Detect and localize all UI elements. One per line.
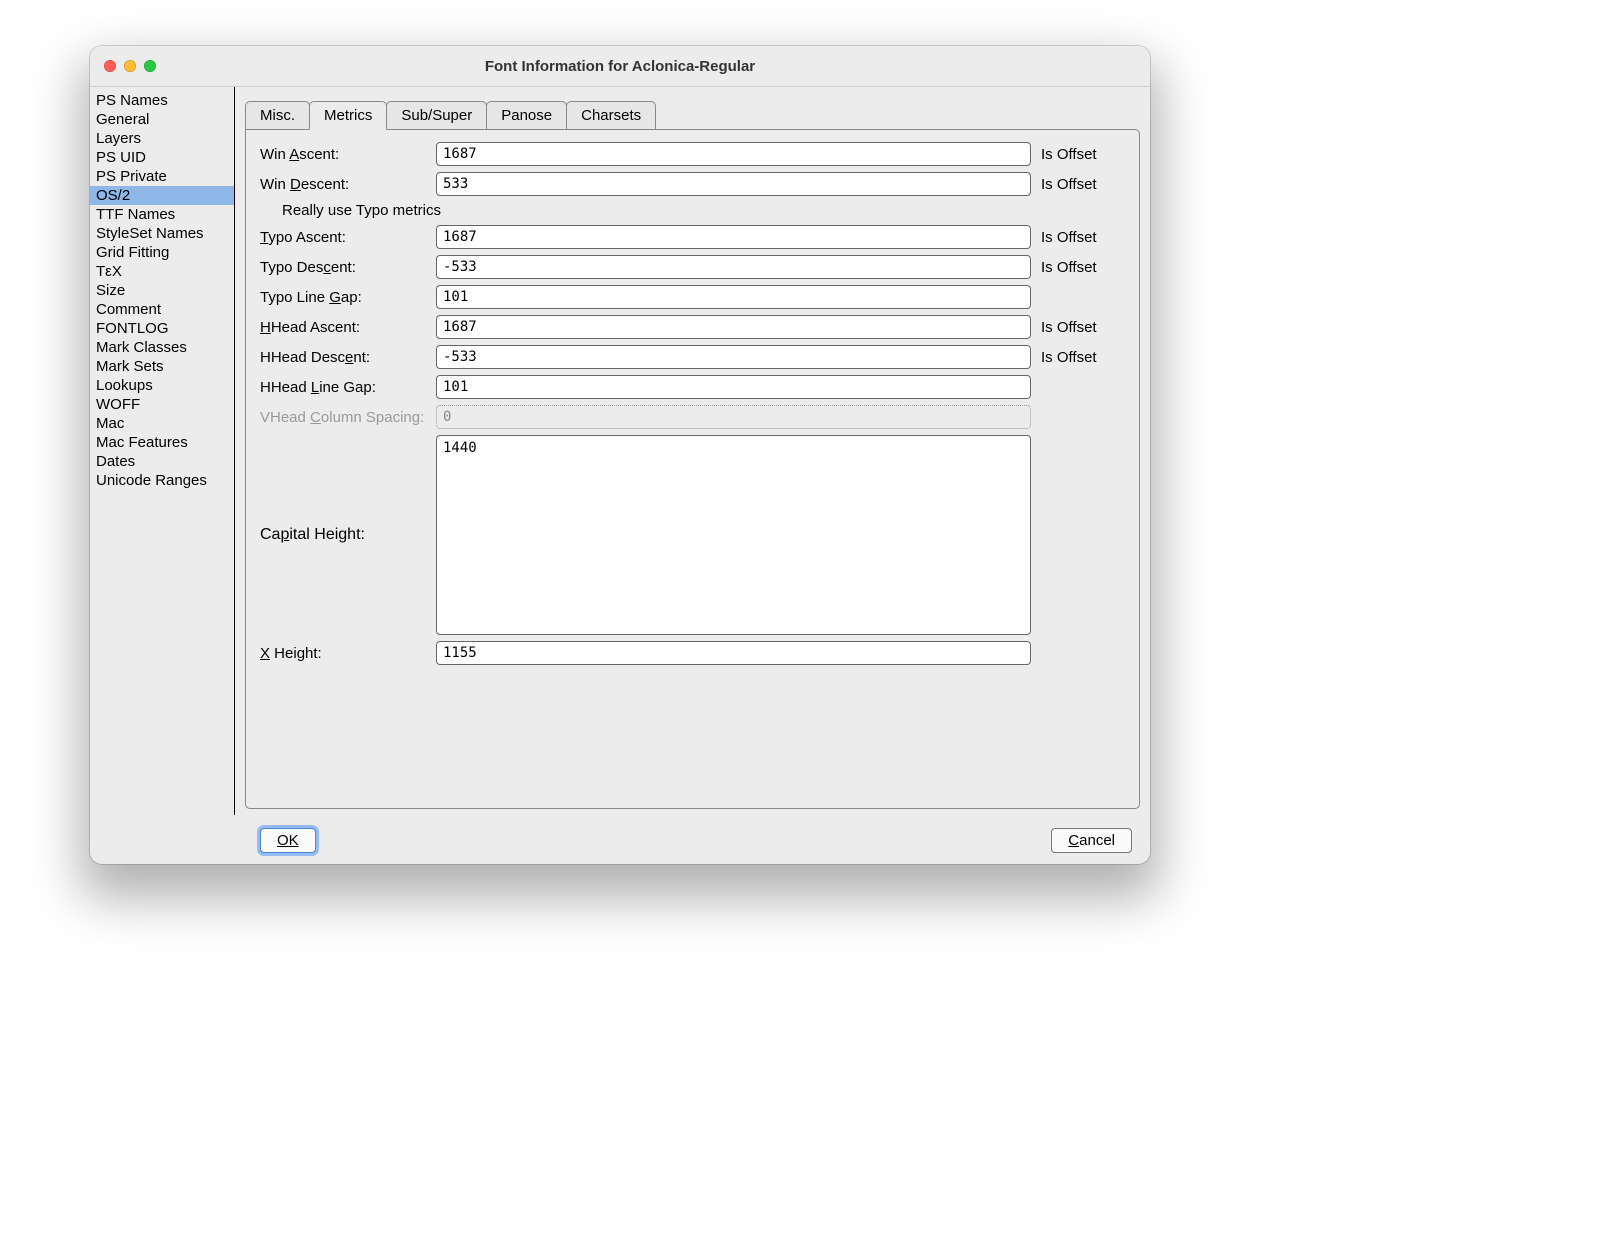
sidebar-item[interactable]: Layers: [90, 129, 234, 148]
titlebar: Font Information for Aclonica-Regular: [90, 46, 1150, 87]
tab[interactable]: Charsets: [566, 101, 656, 129]
typo-ascent-input[interactable]: [436, 225, 1031, 249]
sidebar-item[interactable]: FONTLOG: [90, 319, 234, 338]
win-descent-offset-label[interactable]: Is Offset: [1031, 176, 1125, 193]
x-height-label: X Height:: [260, 645, 436, 662]
win-descent-input[interactable]: [436, 172, 1031, 196]
sidebar-item[interactable]: Size: [90, 281, 234, 300]
capital-height-label: Capital Height:: [260, 526, 436, 544]
capital-height-input[interactable]: 1440: [436, 435, 1031, 635]
zoom-icon[interactable]: [144, 60, 156, 72]
sidebar-item[interactable]: PS Names: [90, 91, 234, 110]
font-info-window: Font Information for Aclonica-Regular PS…: [90, 46, 1150, 864]
ok-button[interactable]: OK: [260, 828, 316, 853]
really-use-typo-label[interactable]: Really use Typo metrics: [282, 202, 1125, 219]
win-ascent-input[interactable]: [436, 142, 1031, 166]
sidebar: PS NamesGeneralLayersPS UIDPS PrivateOS/…: [90, 87, 235, 815]
sidebar-item[interactable]: PS UID: [90, 148, 234, 167]
typo-linegap-input[interactable]: [436, 285, 1031, 309]
tab[interactable]: Metrics: [309, 101, 387, 130]
hhead-descent-offset-label[interactable]: Is Offset: [1031, 349, 1125, 366]
tab[interactable]: Sub/Super: [386, 101, 487, 129]
tab[interactable]: Panose: [486, 101, 567, 129]
sidebar-item[interactable]: TεX: [90, 262, 234, 281]
sidebar-item[interactable]: OS/2: [90, 186, 234, 205]
hhead-ascent-input[interactable]: [436, 315, 1031, 339]
traffic-lights: [90, 60, 156, 72]
main-panel: Misc.MetricsSub/SuperPanoseCharsets Win …: [235, 87, 1150, 815]
sidebar-item[interactable]: Mark Sets: [90, 357, 234, 376]
hhead-ascent-label: HHead Ascent:: [260, 319, 436, 336]
sidebar-item[interactable]: Lookups: [90, 376, 234, 395]
sidebar-item[interactable]: StyleSet Names: [90, 224, 234, 243]
typo-descent-label: Typo Descent:: [260, 259, 436, 276]
metrics-panel: Win Ascent: Is Offset Win Descent: Is Of…: [245, 129, 1140, 809]
sidebar-item[interactable]: PS Private: [90, 167, 234, 186]
sidebar-item[interactable]: Mac Features: [90, 433, 234, 452]
tab[interactable]: Misc.: [245, 101, 310, 129]
win-ascent-label: Win Ascent:: [260, 146, 436, 163]
hhead-linegap-input[interactable]: [436, 375, 1031, 399]
sidebar-item[interactable]: Unicode Ranges: [90, 471, 234, 490]
sidebar-item[interactable]: Grid Fitting: [90, 243, 234, 262]
hhead-descent-label: HHead Descent:: [260, 349, 436, 366]
x-height-input[interactable]: [436, 641, 1031, 665]
window-title: Font Information for Aclonica-Regular: [90, 58, 1150, 75]
tabstrip: Misc.MetricsSub/SuperPanoseCharsets: [235, 87, 1150, 129]
vhead-colspacing-input: [436, 405, 1031, 429]
vhead-colspacing-label: VHead Column Spacing:: [260, 409, 436, 426]
win-ascent-offset-label[interactable]: Is Offset: [1031, 146, 1125, 163]
hhead-linegap-label: HHead Line Gap:: [260, 379, 436, 396]
minimize-icon[interactable]: [124, 60, 136, 72]
footer: OK Cancel: [90, 815, 1150, 864]
sidebar-item[interactable]: WOFF: [90, 395, 234, 414]
sidebar-item[interactable]: TTF Names: [90, 205, 234, 224]
typo-descent-input[interactable]: [436, 255, 1031, 279]
typo-ascent-label: Typo Ascent:: [260, 229, 436, 246]
typo-ascent-offset-label[interactable]: Is Offset: [1031, 229, 1125, 246]
cancel-button[interactable]: Cancel: [1051, 828, 1132, 853]
typo-descent-offset-label[interactable]: Is Offset: [1031, 259, 1125, 276]
sidebar-item[interactable]: Comment: [90, 300, 234, 319]
sidebar-item[interactable]: Dates: [90, 452, 234, 471]
hhead-descent-input[interactable]: [436, 345, 1031, 369]
typo-linegap-label: Typo Line Gap:: [260, 289, 436, 306]
win-descent-label: Win Descent:: [260, 176, 436, 193]
sidebar-item[interactable]: General: [90, 110, 234, 129]
hhead-ascent-offset-label[interactable]: Is Offset: [1031, 319, 1125, 336]
sidebar-item[interactable]: Mac: [90, 414, 234, 433]
sidebar-item[interactable]: Mark Classes: [90, 338, 234, 357]
close-icon[interactable]: [104, 60, 116, 72]
